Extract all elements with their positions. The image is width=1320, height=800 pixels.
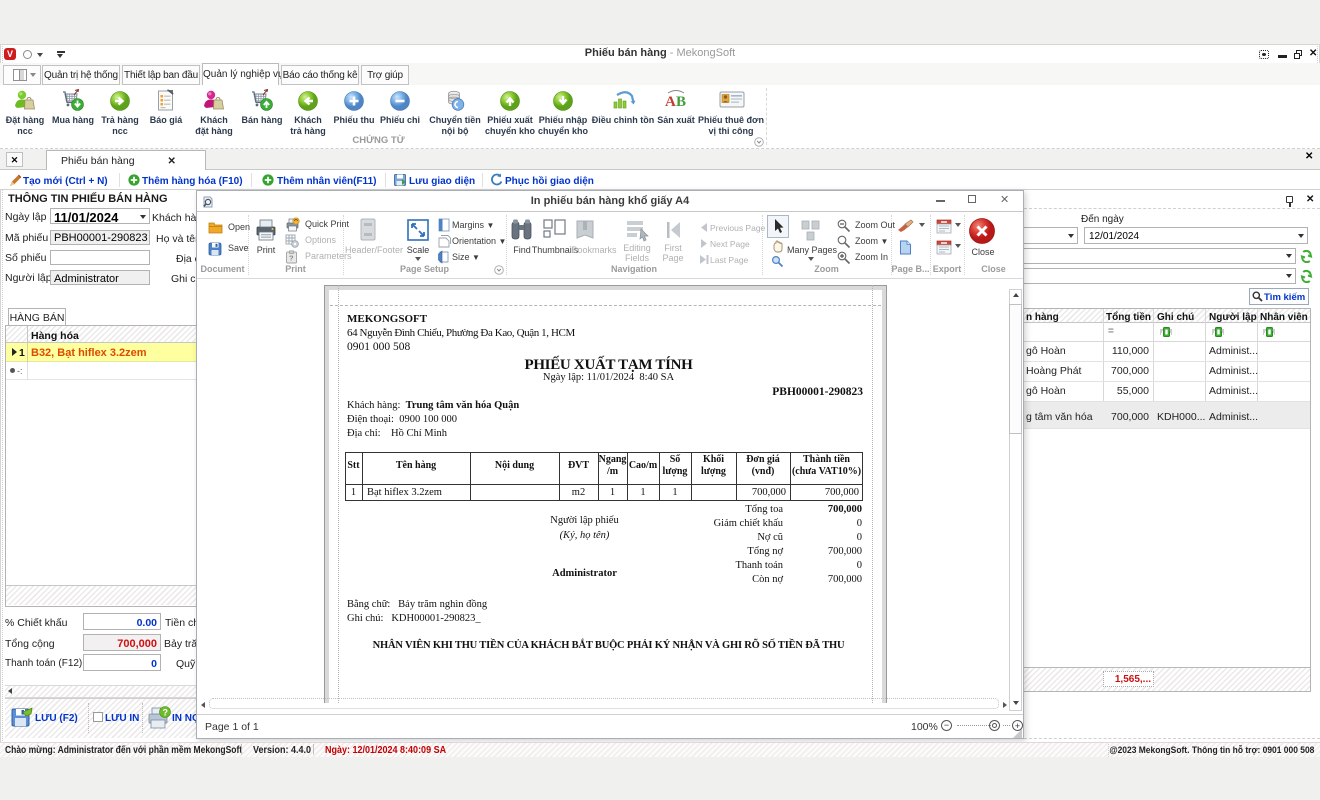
svg-text:A: A [665,94,676,110]
svg-text:B: B [676,94,686,110]
svg-text:?: ? [163,708,169,718]
svg-text:?: ? [289,254,294,263]
